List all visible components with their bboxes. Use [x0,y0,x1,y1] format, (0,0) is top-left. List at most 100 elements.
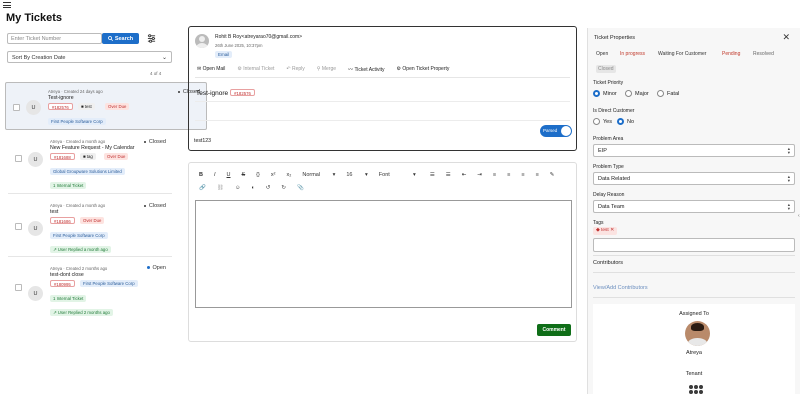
internal-ticket-button[interactable]: ⚙ Internal Ticket [237,66,274,73]
ticket-subject: Test-ignore [48,95,74,101]
priority-label: Ticket Priority [593,80,624,86]
ordered-list-icon[interactable]: ☰ [430,172,435,178]
tag-chip: ◆ test ✕ [593,227,618,235]
priority-minor[interactable]: Minor [593,90,617,97]
search-input[interactable]: Enter Ticket Number [7,33,102,44]
mail-actions: ✉ Open Mail ⚙ Internal Ticket ↶ Reply ⚲ … [197,66,449,73]
ticket-properties-panel: Ticket Properties ✕ Open In progress Wai… [587,28,800,394]
redo-icon[interactable]: ↻ [281,185,286,191]
open-ticket-property-button[interactable]: ⚙ Open Ticket Property [397,66,450,73]
align-right-icon[interactable]: ≡ [521,172,524,178]
direct-no[interactable]: No [617,118,634,125]
problem-type-select[interactable]: Data Related ▴ ▾ [593,172,795,185]
parsed-toggle[interactable]: Parsed [540,125,572,137]
close-icon[interactable]: ✕ [782,32,790,43]
merge-button[interactable]: ⚲ Merge [317,66,336,73]
bold-button[interactable]: B [199,172,203,178]
avatar: U [28,152,43,167]
outdent-icon[interactable]: ⇤ [462,172,467,178]
status-dot [146,266,150,270]
user-replied-badge: ↗ User Replied a month ago [50,246,111,253]
subscript-button[interactable]: x₂ [286,172,291,178]
comment-textarea[interactable] [195,200,572,308]
toggle-knob [561,126,571,136]
ticket-item[interactable]: U Atreya · Created 2 months ago test-don… [8,258,172,321]
ticket-item[interactable]: U Atreya · Created a month ago New Featu… [8,131,172,194]
updown-icon: ▴ ▾ [787,174,790,183]
justify-icon[interactable]: ≡ [536,172,539,178]
ticket-checkbox[interactable] [15,284,22,291]
status-tab-waiting[interactable]: Waiting For Customer [658,51,706,57]
unlink-icon[interactable]: ⛓ [217,185,224,191]
problem-type-label: Problem Type [593,164,624,170]
reply-button[interactable]: ↶ Reply [286,66,304,73]
align-center-icon[interactable]: ≡ [507,172,510,178]
status-tab-resolved[interactable]: Resolved [753,51,774,57]
ticket-item[interactable]: U Atreya · Created a month ago test Clos… [8,195,172,257]
italic-button[interactable]: I [214,172,216,178]
tenant-logo-icon [689,385,703,394]
ticket-meta: Atreya · Created a month ago [50,203,106,208]
code-button[interactable]: {} [256,172,260,178]
underline-button[interactable]: U [227,172,231,178]
internal-ticket-badge: 1 Internal Ticket [50,182,87,189]
sort-select[interactable]: Sort By Creation Date ⌄ [7,51,172,63]
assignee-name: Atreya [686,350,702,356]
delay-reason-label: Delay Reason [593,192,625,198]
ticket-id-chip: #182576 [48,103,73,110]
contributors-label: Contributors [593,260,623,266]
status-tab-open[interactable]: Open [596,51,608,57]
panel-title: Ticket Properties [594,35,636,41]
undo-icon[interactable]: ↺ [266,185,271,191]
size-select[interactable]: 16 ▾ [346,172,367,178]
superscript-button[interactable]: x² [271,172,276,178]
font-select[interactable]: Font ▾ [379,172,416,178]
status-tab-in-progress[interactable]: In progress [620,51,645,57]
emoji-icon[interactable]: ☺ [235,185,241,191]
tags-input[interactable] [593,238,795,252]
company-chip: First People Software Corp [50,232,108,239]
priority-major[interactable]: Major [625,90,649,97]
mail-card: Rohit B Roy<atreyarao70@gmail.com> 26th … [188,26,577,151]
bullet-list-icon[interactable]: ☰ [446,172,451,178]
status-tab-pending[interactable]: Pending [722,51,740,57]
mail-subject: Test-ignore #182576 [196,89,255,97]
problem-area-label: Problem Area [593,136,624,142]
mail-date: 26th June 2025, 10:37pm [215,43,263,48]
open-mail-button[interactable]: ✉ Open Mail [197,66,225,73]
menu-icon[interactable] [3,2,11,8]
ticket-item[interactable]: U Atreya · Created 24 days ago Test-igno… [5,82,207,130]
ticket-meta: Atreya · Created 24 days ago [48,89,103,94]
indent-icon[interactable]: ⇥ [477,172,482,178]
status-tab-closed[interactable]: Closed [596,65,616,73]
ticket-activity-button[interactable]: 〰 Ticket Activity [348,66,385,73]
heading-select[interactable]: Normal ▾ [302,172,335,178]
attachment-icon[interactable]: 📎 [297,185,304,191]
color-icon[interactable]: ◐ [251,185,254,191]
comment-button[interactable]: Comment [537,324,571,336]
resize-handle-icon[interactable]: ‹ [798,213,800,219]
align-left-icon[interactable]: ≡ [493,172,496,178]
sort-value: Sort By Creation Date [12,55,66,61]
problem-area-select[interactable]: EIP ▴ ▾ [593,144,795,157]
ticket-checkbox[interactable] [15,223,22,230]
search-button[interactable]: Search [102,33,139,44]
view-contributors-link[interactable]: View/Add Contributors [593,285,648,291]
remove-tag-icon[interactable]: ✕ [609,228,614,233]
delay-reason-select[interactable]: Data Team ▴ ▾ [593,200,795,213]
highlight-icon[interactable]: ✎ [550,172,555,178]
direct-yes[interactable]: Yes [593,118,612,125]
tag-chip: ■ tag [80,153,96,160]
updown-icon: ▴ ▾ [787,146,790,155]
editor-toolbar-row1: B I U S {} x² x₂ Normal ▾ 16 ▾ Font ▾ ☰ … [199,172,565,178]
strike-button[interactable]: S [242,172,246,178]
page-title: My Tickets [6,12,63,24]
ticket-checkbox[interactable] [15,155,22,162]
link-icon[interactable]: 🔗 [199,185,206,191]
ticket-checkbox[interactable] [13,104,20,111]
filter-icon[interactable] [147,34,156,43]
priority-fatal[interactable]: Fatal [657,90,679,97]
avatar: U [26,100,41,115]
ticket-meta: Atreya · Created a month ago [50,139,106,144]
channel-badge: Email [215,51,233,58]
